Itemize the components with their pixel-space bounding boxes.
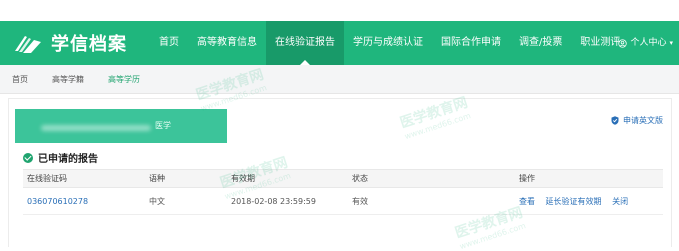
- nav-item-higher-education[interactable]: 高等教育信息: [188, 21, 266, 65]
- page: { "brand": { "name": "学信档案", "color": "#…: [0, 0, 679, 251]
- nav-item-certification[interactable]: 学历与成绩认证: [344, 21, 432, 65]
- col-header-actions: 操作: [515, 169, 663, 188]
- col-header-status: 状态: [348, 169, 515, 188]
- close-link[interactable]: 关闭: [612, 197, 628, 206]
- apply-english-label: 申请英文版: [623, 116, 663, 125]
- section-title: 已申请的报告: [23, 150, 98, 165]
- nav-item-survey[interactable]: 调查/投票: [510, 21, 571, 65]
- col-header-validity: 有效期: [227, 169, 348, 188]
- name-suffix: 医学: [155, 121, 171, 130]
- status-cell: 有效: [348, 187, 515, 215]
- top-navigation-bar: 学信档案 首页 高等教育信息 在线验证报告 学历与成绩认证 国际合作申请 调查/…: [0, 21, 679, 65]
- col-header-code: 在线验证码: [23, 169, 145, 188]
- reports-table: 在线验证码 语种 有效期 状态 操作 036070610278 中文 2018-…: [23, 169, 663, 215]
- brand-logo[interactable]: 学信档案: [13, 29, 127, 57]
- shield-icon: [611, 116, 619, 125]
- subnav-item-degree[interactable]: 高等学历: [108, 74, 140, 85]
- apply-english-link[interactable]: 申请英文版: [611, 115, 663, 126]
- validity-cell: 2018-02-08 23:59:59: [227, 187, 348, 215]
- check-circle-icon: [23, 152, 33, 163]
- user-center-label: 个人中心: [630, 38, 667, 48]
- sub-navigation: 首页 高等学籍 高等学历: [0, 65, 679, 94]
- redacted-name: [41, 125, 151, 131]
- section-title-text: 已申请的报告: [38, 154, 98, 165]
- nav-item-international[interactable]: 国际合作申请: [432, 21, 510, 65]
- nav-item-home[interactable]: 首页: [150, 21, 188, 65]
- report-card: 医学 申请英文版 已申请的报告 在线验证码 语种 有效期 状态 操作 03607…: [8, 98, 672, 247]
- student-name-banner: 医学: [15, 109, 227, 143]
- book-logo-icon: [15, 36, 41, 53]
- user-center-menu[interactable]: 个人中心 ▾: [618, 21, 673, 65]
- subnav-item-enrollment[interactable]: 高等学籍: [52, 74, 84, 85]
- main-nav: 首页 高等教育信息 在线验证报告 学历与成绩认证 国际合作申请 调查/投票 职业…: [150, 21, 629, 65]
- user-circle-icon: [618, 38, 628, 48]
- brand-name: 学信档案: [51, 34, 127, 55]
- extend-validity-link[interactable]: 延长验证有效期: [546, 197, 602, 206]
- subnav-item-home[interactable]: 首页: [12, 74, 28, 85]
- table-row: 036070610278 中文 2018-02-08 23:59:59 有效 查…: [23, 187, 663, 215]
- chevron-down-icon: ▾: [669, 39, 673, 47]
- view-link[interactable]: 查看: [519, 197, 535, 206]
- actions-cell: 查看 延长验证有效期 关闭: [515, 187, 663, 215]
- table-header-row: 在线验证码 语种 有效期 状态 操作: [23, 169, 663, 188]
- language-cell: 中文: [145, 187, 227, 215]
- verification-code-cell[interactable]: 036070610278: [23, 187, 145, 215]
- nav-item-online-verification[interactable]: 在线验证报告: [266, 21, 344, 65]
- col-header-language: 语种: [145, 169, 227, 188]
